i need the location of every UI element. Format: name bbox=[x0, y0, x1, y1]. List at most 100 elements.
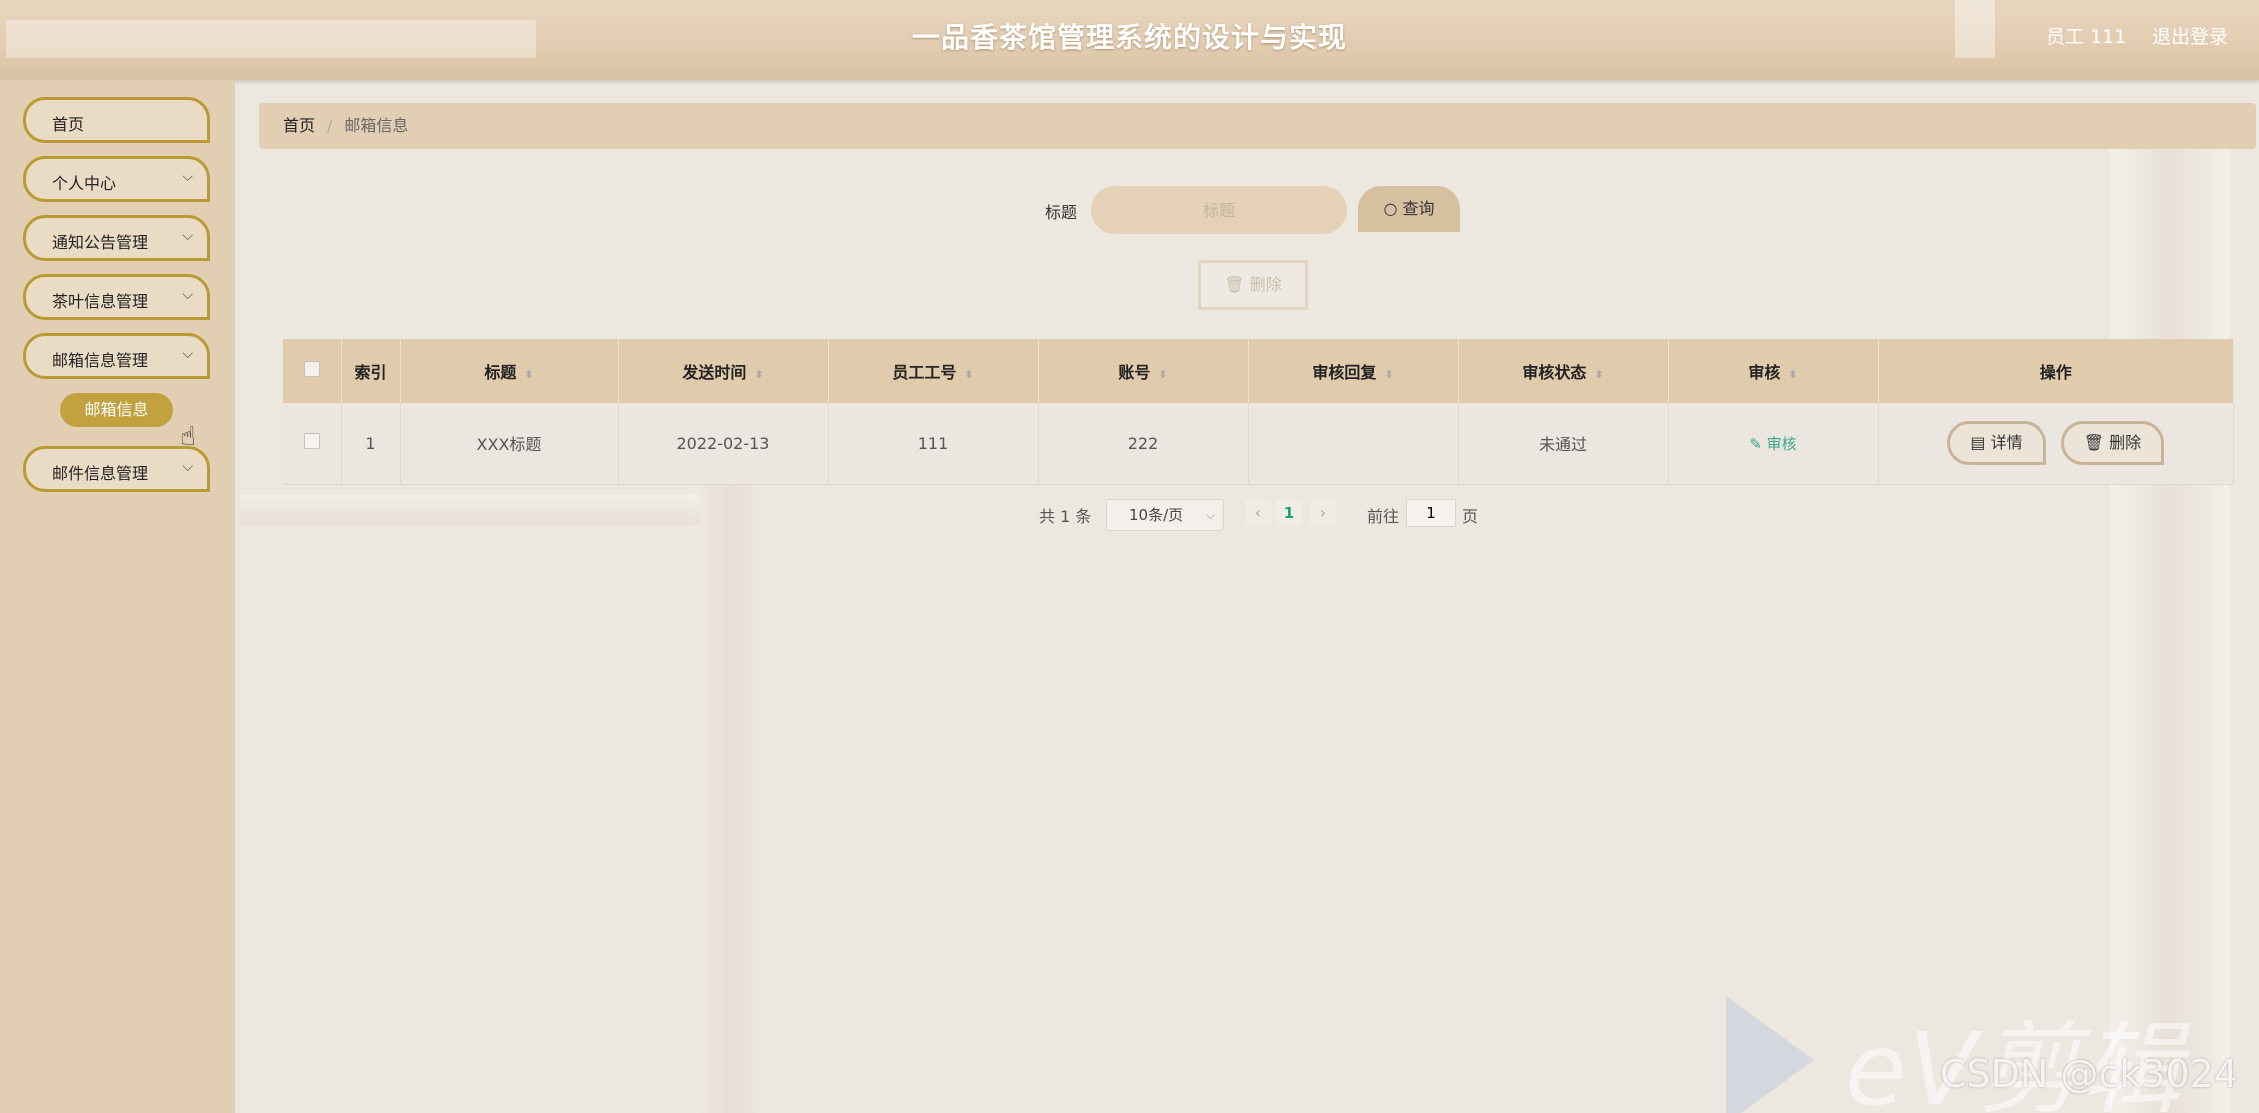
current-user: 员工 111 bbox=[2046, 26, 2127, 48]
table-row: 1 XXX标题 2022-02-13 111 222 未通过 ✎ 审核 ▤ 详情… bbox=[283, 403, 2234, 485]
goto-page-input[interactable] bbox=[1406, 499, 1456, 527]
header-review-reply: 审核回复 bbox=[1312, 363, 1377, 382]
delete-button[interactable]: 🗑 删除 bbox=[2060, 421, 2165, 466]
header-employee-id: 员工工号 bbox=[892, 363, 957, 382]
sidebar-item-mail[interactable]: 邮件信息管理 ⌵ bbox=[23, 446, 210, 492]
top-header: 一品香茶馆管理系统的设计与实现 员工 111 退出登录 bbox=[0, 0, 2259, 80]
query-button-label: 查询 bbox=[1402, 199, 1435, 218]
breadcrumb-home[interactable]: 首页 bbox=[283, 116, 315, 135]
batch-delete-label: 删除 bbox=[1249, 275, 1282, 294]
edit-icon: ✎ bbox=[1749, 434, 1762, 453]
sidebar-item-label: 茶叶信息管理 bbox=[52, 292, 149, 311]
row-checkbox[interactable] bbox=[303, 433, 320, 450]
breadcrumb-separator: / bbox=[327, 116, 333, 135]
query-button[interactable]: ○ 查询 bbox=[1358, 186, 1460, 232]
chevron-down-icon: ⌵ bbox=[182, 228, 193, 244]
prev-page-button[interactable]: ‹ bbox=[1245, 500, 1271, 526]
header-index: 索引 bbox=[354, 363, 387, 382]
watermark-logo bbox=[1726, 996, 1814, 1113]
sort-icon[interactable]: ⬍ bbox=[754, 368, 763, 381]
chevron-right-icon: › bbox=[1319, 503, 1327, 522]
header-title: 标题 bbox=[484, 363, 517, 382]
trash-icon: 🗑 bbox=[1224, 275, 1245, 294]
document-icon: ▤ bbox=[1970, 433, 1986, 453]
cell-review-reply bbox=[1248, 403, 1459, 485]
sidebar-item-home[interactable]: 首页 bbox=[23, 97, 210, 143]
breadcrumb: 首页 / 邮箱信息 bbox=[259, 103, 2256, 149]
header-cell[interactable]: 账号 ⬍ bbox=[1038, 339, 1249, 403]
sort-icon[interactable]: ⬍ bbox=[964, 368, 973, 381]
wall-panel-decor bbox=[240, 495, 700, 525]
sidebar-item-label: 邮箱信息管理 bbox=[52, 351, 149, 370]
page-number[interactable]: 1 bbox=[1276, 500, 1302, 526]
cell-account: 222 bbox=[1038, 403, 1249, 485]
cell-send-time: 2022-02-13 bbox=[618, 403, 829, 485]
select-all-checkbox[interactable] bbox=[303, 361, 320, 377]
header-cell: 操作 bbox=[1878, 339, 2234, 403]
sidebar-item-tea[interactable]: 茶叶信息管理 ⌵ bbox=[23, 274, 210, 320]
page-size-value: 10条/页 bbox=[1129, 506, 1184, 524]
table-header-row: 索引 标题 ⬍ 发送时间 ⬍ 员工工号 ⬍ 账号 ⬍ 审核回复 ⬍ 审核状态 ⬍ 审核 ⬍ 操… bbox=[283, 339, 2234, 403]
cell-actions: ▤ 详情 🗑 删除 bbox=[1878, 403, 2234, 485]
breadcrumb-current: 邮箱信息 bbox=[344, 116, 409, 135]
header-cell[interactable]: 发送时间 ⬍ bbox=[618, 339, 829, 403]
delete-button-label: 删除 bbox=[2109, 433, 2142, 453]
header-cell[interactable]: 审核状态 ⬍ bbox=[1458, 339, 1669, 403]
review-link[interactable]: ✎ 审核 bbox=[1749, 435, 1796, 453]
review-link-label: 审核 bbox=[1766, 434, 1797, 453]
sort-icon[interactable]: ⬍ bbox=[1594, 368, 1603, 381]
header-review: 审核 bbox=[1748, 363, 1781, 382]
row-select-cell[interactable] bbox=[283, 403, 342, 485]
sort-icon[interactable]: ⬍ bbox=[1158, 368, 1167, 381]
sidebar-item-personal-center[interactable]: 个人中心 ⌵ bbox=[23, 156, 210, 202]
search-icon: ○ bbox=[1383, 199, 1398, 218]
cell-employee-id: 111 bbox=[828, 403, 1039, 485]
header-account: 账号 bbox=[1118, 363, 1151, 382]
next-page-button[interactable]: › bbox=[1310, 500, 1336, 526]
wall-panel-decor bbox=[2110, 140, 2230, 1113]
detail-button-label: 详情 bbox=[1990, 433, 2023, 453]
sidebar-item-notice[interactable]: 通知公告管理 ⌵ bbox=[23, 215, 210, 261]
sidebar-subitem-mailbox-info[interactable]: 邮箱信息 bbox=[60, 393, 173, 427]
hand-cursor-icon: ☝ bbox=[180, 422, 196, 452]
sidebar-item-mailbox[interactable]: 邮箱信息管理 ⌵ bbox=[23, 333, 210, 379]
mailbox-table: 索引 标题 ⬍ 发送时间 ⬍ 员工工号 ⬍ 账号 ⬍ 审核回复 ⬍ 审核状态 ⬍ 审核 ⬍ 操… bbox=[283, 339, 2234, 485]
header-select-all[interactable] bbox=[283, 339, 342, 403]
header-cell[interactable]: 员工工号 ⬍ bbox=[828, 339, 1039, 403]
header-review-status: 审核状态 bbox=[1522, 363, 1587, 382]
sidebar-item-label: 邮件信息管理 bbox=[52, 464, 149, 483]
trash-icon: 🗑 bbox=[2083, 433, 2105, 453]
app-title: 一品香茶馆管理系统的设计与实现 bbox=[911, 21, 1347, 54]
chevron-down-icon: ⌵ bbox=[182, 346, 193, 362]
wall-panel-decor bbox=[690, 480, 770, 1113]
cell-review: ✎ 审核 bbox=[1668, 403, 1879, 485]
header-cell: 索引 bbox=[341, 339, 401, 403]
cell-title: XXX标题 bbox=[400, 403, 619, 485]
logout-button[interactable]: 退出登录 bbox=[2152, 22, 2228, 49]
sort-icon[interactable]: ⬍ bbox=[1384, 368, 1393, 381]
header-cell[interactable]: 标题 ⬍ bbox=[400, 339, 619, 403]
sidebar-item-label: 个人中心 bbox=[52, 174, 117, 193]
pagination-total: 共 1 条 bbox=[1039, 507, 1092, 526]
header-cell[interactable]: 审核 ⬍ bbox=[1668, 339, 1879, 403]
page-size-select[interactable]: 10条/页 ⌵ bbox=[1106, 499, 1224, 531]
detail-button[interactable]: ▤ 详情 bbox=[1947, 421, 2046, 466]
batch-delete-button[interactable]: 🗑 删除 bbox=[1198, 260, 1308, 310]
sort-icon[interactable]: ⬍ bbox=[1788, 368, 1797, 381]
search-label: 标题 bbox=[1045, 203, 1078, 222]
sort-icon[interactable]: ⬍ bbox=[524, 368, 533, 381]
cell-review-status: 未通过 bbox=[1458, 403, 1669, 485]
header-send-time: 发送时间 bbox=[682, 363, 747, 382]
sidebar-item-label: 通知公告管理 bbox=[52, 233, 149, 252]
goto-label: 前往 bbox=[1367, 507, 1400, 526]
sidebar-item-label: 首页 bbox=[52, 115, 85, 134]
chevron-down-icon: ⌵ bbox=[182, 287, 193, 303]
chevron-down-icon: ⌵ bbox=[182, 169, 193, 185]
chevron-down-icon: ⌵ bbox=[182, 459, 193, 475]
header-actions: 操作 bbox=[2039, 363, 2072, 382]
chevron-left-icon: ‹ bbox=[1254, 503, 1262, 522]
cell-index: 1 bbox=[341, 403, 401, 485]
search-input[interactable] bbox=[1091, 186, 1347, 234]
header-cell[interactable]: 审核回复 ⬍ bbox=[1248, 339, 1459, 403]
page-unit-label: 页 bbox=[1462, 507, 1479, 526]
